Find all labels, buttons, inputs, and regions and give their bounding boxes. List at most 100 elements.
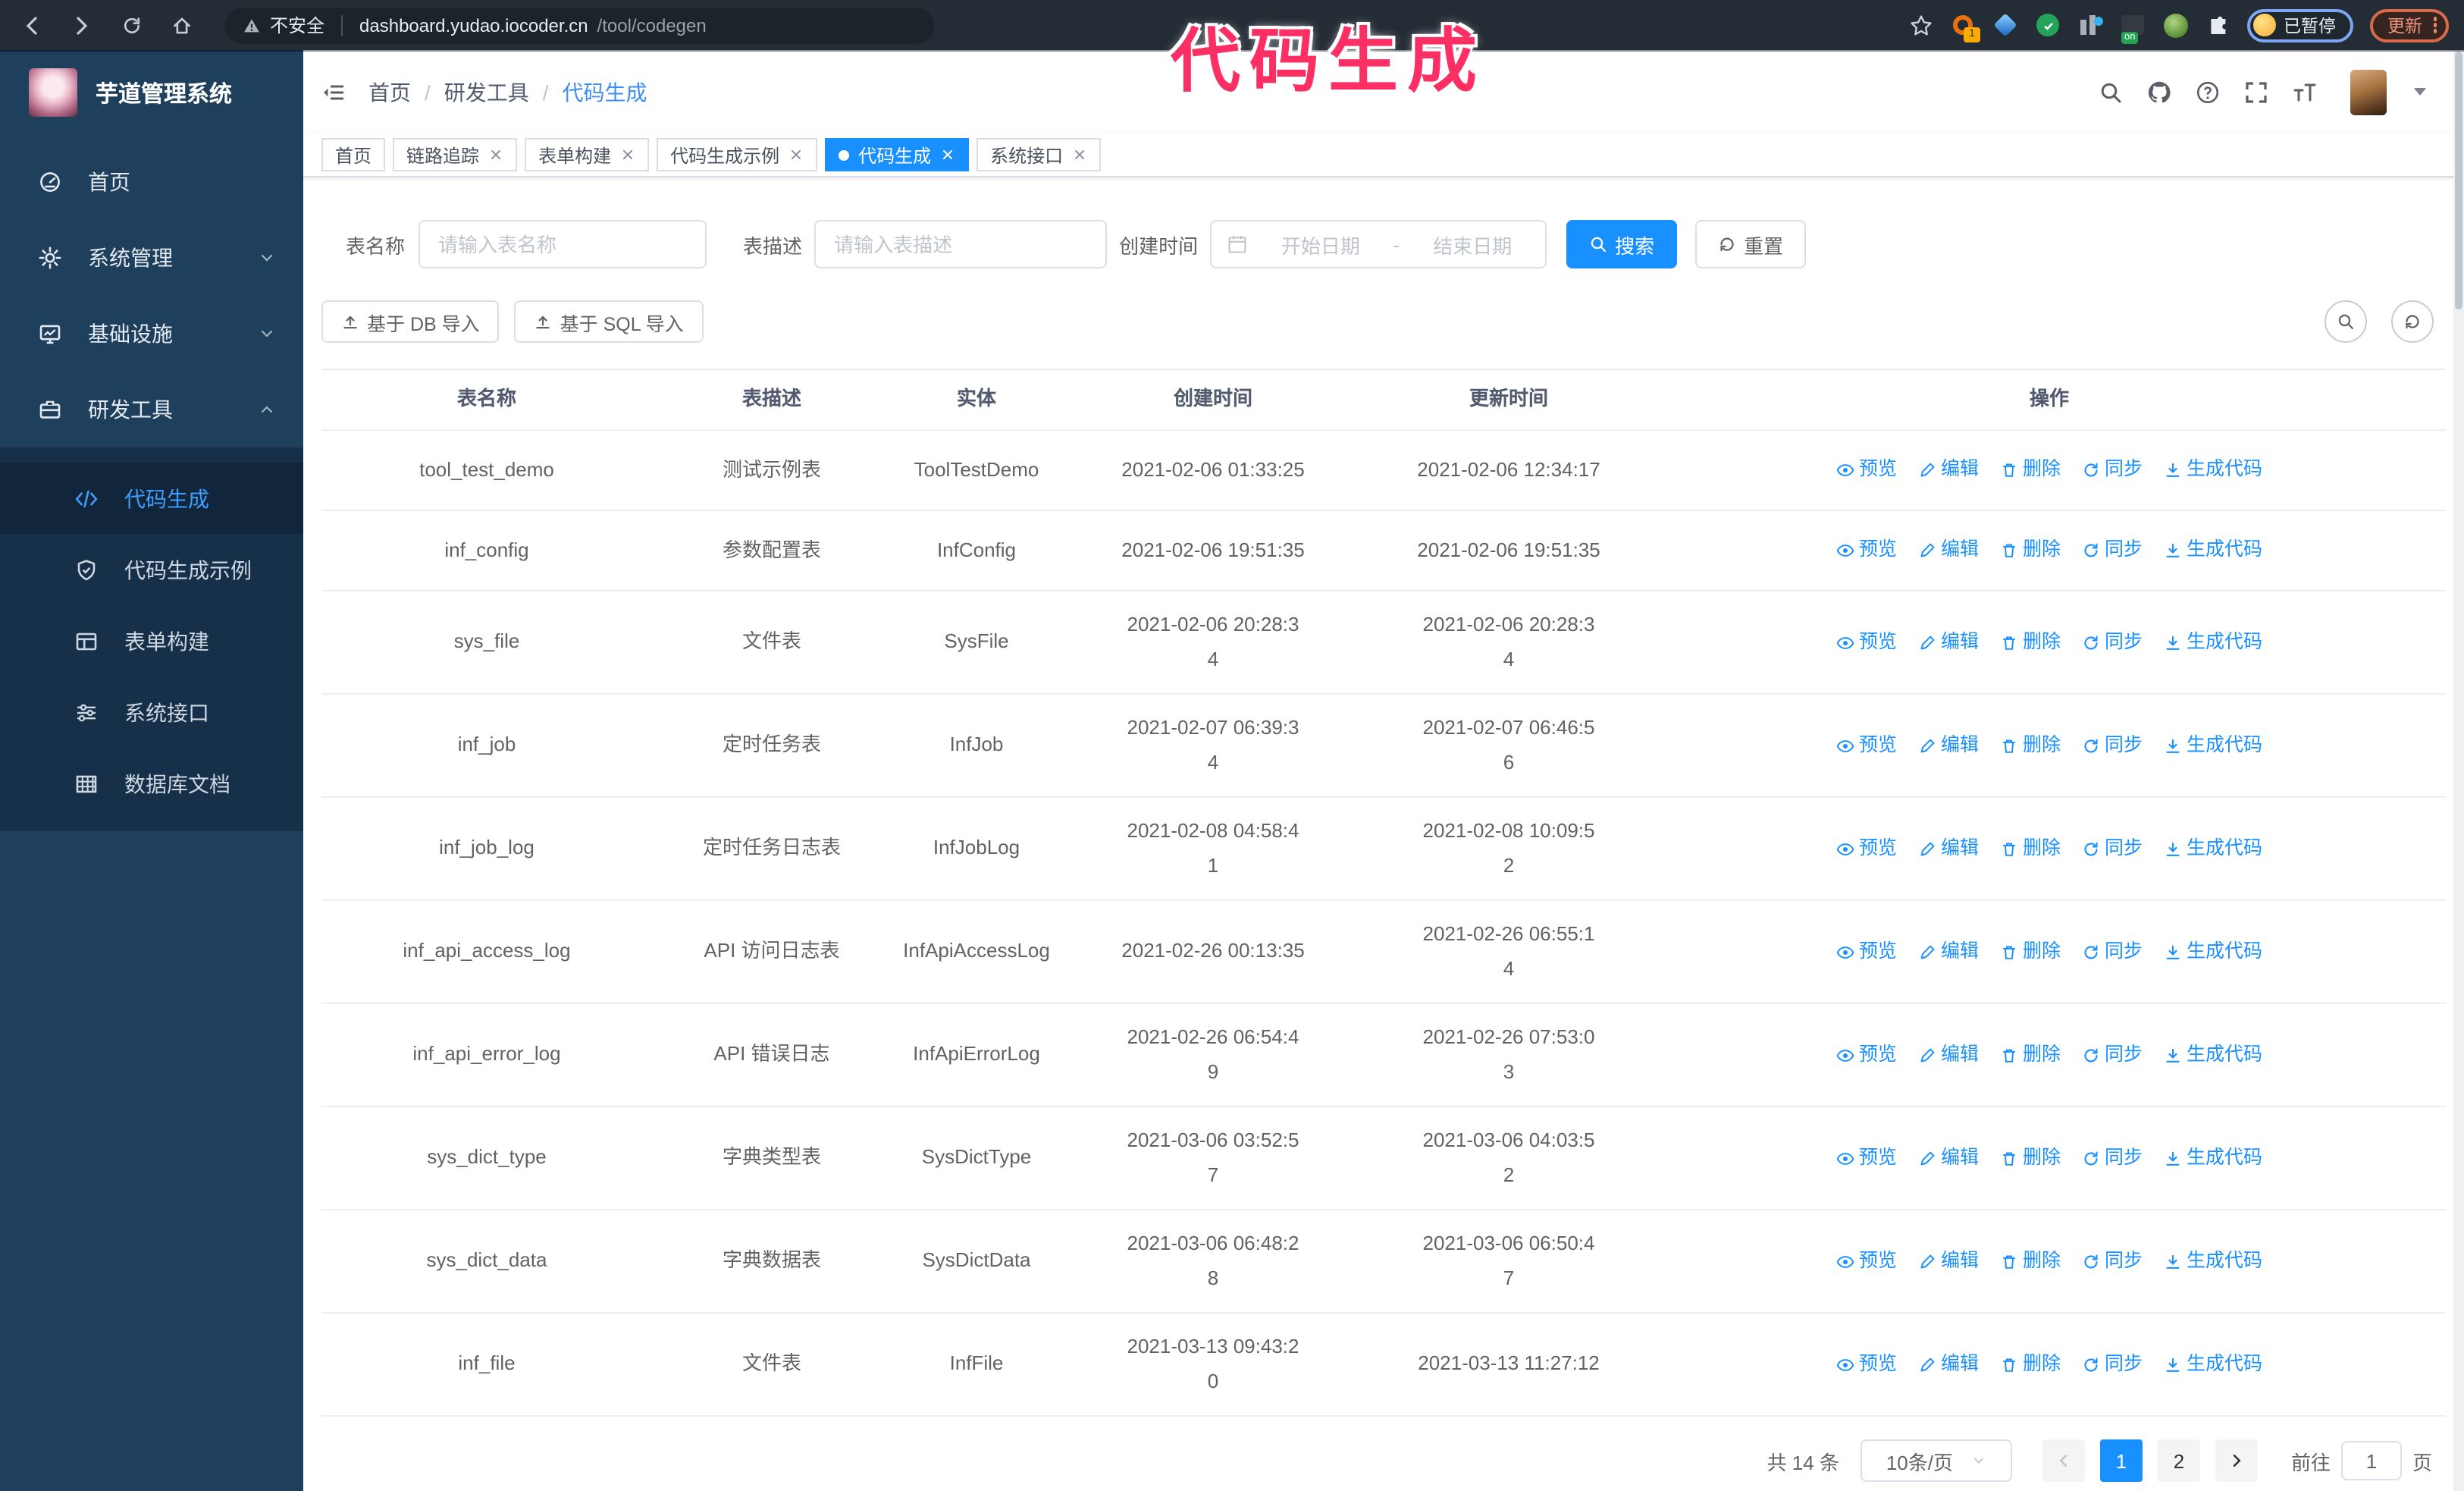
date-range-picker[interactable]: 开始日期 - 结束日期	[1210, 220, 1547, 268]
table-desc-input[interactable]	[814, 220, 1108, 268]
scrollbar-thumb[interactable]	[2455, 52, 2462, 309]
goto-page-input[interactable]	[2340, 1441, 2402, 1480]
delete-link[interactable]: 删除	[2000, 833, 2061, 865]
tab-home[interactable]: 首页	[321, 138, 386, 171]
github-icon[interactable]	[2147, 80, 2171, 104]
generate-code-link[interactable]: 生成代码	[2164, 1348, 2262, 1381]
edit-link[interactable]: 编辑	[1918, 1348, 1979, 1381]
generate-code-link[interactable]: 生成代码	[2164, 535, 2262, 567]
table-row[interactable]: sys_dict_data 字典数据表 SysDictData 2021-03-…	[321, 1210, 2446, 1314]
generate-code-link[interactable]: 生成代码	[2164, 936, 2262, 968]
import-sql-button[interactable]: 基于 SQL 导入	[514, 300, 704, 343]
edit-link[interactable]: 编辑	[1918, 454, 1979, 487]
browser-home-button[interactable]	[164, 7, 200, 43]
preview-link[interactable]: 预览	[1836, 1142, 1897, 1175]
sync-link[interactable]: 同步	[2082, 454, 2143, 487]
generate-code-link[interactable]: 生成代码	[2164, 1245, 2262, 1278]
browser-menu-icon[interactable]	[2433, 17, 2437, 33]
bookmark-star-icon[interactable]	[1909, 13, 1933, 37]
header-search-icon[interactable]	[2099, 80, 2123, 104]
table-row[interactable]: inf_file 文件表 InfFile 2021-03-13 09:43:20…	[321, 1314, 2446, 1417]
edit-link[interactable]: 编辑	[1918, 730, 1979, 762]
sync-link[interactable]: 同步	[2082, 730, 2143, 762]
delete-link[interactable]: 删除	[2000, 936, 2061, 968]
edit-link[interactable]: 编辑	[1918, 1039, 1979, 1072]
delete-link[interactable]: 删除	[2000, 730, 2061, 762]
close-icon[interactable]	[940, 147, 955, 162]
sidebar-item-database-docs[interactable]: 数据库文档	[0, 748, 303, 819]
font-size-icon[interactable]	[2293, 80, 2317, 104]
sidebar-item-home[interactable]: 首页	[0, 144, 303, 220]
tab-codegen[interactable]: 代码生成	[825, 138, 970, 171]
tab-codegen-example[interactable]: 代码生成示例	[657, 138, 818, 171]
table-row[interactable]: inf_job_log 定时任务日志表 InfJobLog 2021-02-08…	[321, 798, 2446, 901]
sidebar-item-system-api[interactable]: 系统接口	[0, 676, 303, 748]
close-icon[interactable]	[1072, 147, 1087, 162]
preview-link[interactable]: 预览	[1836, 730, 1897, 762]
extension-columns-icon[interactable]	[2077, 12, 2103, 38]
edit-link[interactable]: 编辑	[1918, 626, 1979, 659]
browser-update-button[interactable]: 更新	[2369, 8, 2449, 42]
table-row[interactable]: inf_config 参数配置表 InfConfig 2021-02-06 19…	[321, 511, 2446, 592]
table-row[interactable]: inf_job 定时任务表 InfJob 2021-02-07 06:39:34…	[321, 695, 2446, 798]
import-db-button[interactable]: 基于 DB 导入	[321, 300, 500, 343]
toggle-search-button[interactable]	[2324, 300, 2367, 343]
user-avatar[interactable]	[2350, 69, 2387, 115]
extensions-puzzle-icon[interactable]	[2205, 12, 2230, 38]
generate-code-link[interactable]: 生成代码	[2164, 626, 2262, 659]
page-button-2[interactable]: 2	[2157, 1439, 2200, 1482]
preview-link[interactable]: 预览	[1836, 626, 1897, 659]
close-icon[interactable]	[788, 147, 804, 162]
edit-link[interactable]: 编辑	[1918, 1142, 1979, 1175]
address-bar[interactable]: 不安全 dashboard.yudao.iocoder.cn/tool/code…	[224, 7, 934, 43]
close-icon[interactable]	[488, 147, 503, 162]
preview-link[interactable]: 预览	[1836, 936, 1897, 968]
table-name-input[interactable]	[419, 220, 707, 268]
page-button-1[interactable]: 1	[2099, 1439, 2143, 1482]
generate-code-link[interactable]: 生成代码	[2164, 1142, 2262, 1175]
preview-link[interactable]: 预览	[1836, 454, 1897, 487]
browser-forward-button[interactable]	[64, 7, 100, 43]
app-logo-row[interactable]: 芋道管理系统	[0, 50, 303, 135]
sidebar-item-infrastructure[interactable]: 基础设施	[0, 296, 303, 372]
table-row[interactable]: sys_file 文件表 SysFile 2021-02-06 20:28:34…	[321, 592, 2446, 695]
window-scrollbar[interactable]	[2453, 50, 2464, 1491]
browser-back-button[interactable]	[14, 7, 50, 43]
preview-link[interactable]: 预览	[1836, 833, 1897, 865]
help-icon[interactable]	[2196, 80, 2220, 104]
sync-link[interactable]: 同步	[2082, 1348, 2143, 1381]
table-row[interactable]: inf_api_access_log API 访问日志表 InfApiAcces…	[321, 901, 2446, 1004]
table-row[interactable]: tool_test_demo 测试示例表 ToolTestDemo 2021-0…	[321, 431, 2446, 511]
avatar-caret-icon[interactable]	[2414, 88, 2426, 96]
delete-link[interactable]: 删除	[2000, 626, 2061, 659]
sync-link[interactable]: 同步	[2082, 535, 2143, 567]
tab-trace[interactable]: 链路追踪	[393, 138, 518, 171]
generate-code-link[interactable]: 生成代码	[2164, 1039, 2262, 1072]
preview-link[interactable]: 预览	[1836, 535, 1897, 567]
extension-green-check-icon[interactable]	[2035, 12, 2061, 38]
refresh-table-button[interactable]	[2391, 300, 2434, 343]
sync-link[interactable]: 同步	[2082, 1039, 2143, 1072]
reset-button[interactable]: 重置	[1695, 220, 1807, 268]
delete-link[interactable]: 删除	[2000, 1039, 2061, 1072]
table-row[interactable]: sys_dict_type 字典类型表 SysDictType 2021-03-…	[321, 1107, 2446, 1210]
generate-code-link[interactable]: 生成代码	[2164, 454, 2262, 487]
browser-profile-chip[interactable]: 已暂停	[2247, 8, 2353, 42]
generate-code-link[interactable]: 生成代码	[2164, 730, 2262, 762]
edit-link[interactable]: 编辑	[1918, 936, 1979, 968]
sync-link[interactable]: 同步	[2082, 936, 2143, 968]
browser-reload-button[interactable]	[114, 7, 150, 43]
preview-link[interactable]: 预览	[1836, 1348, 1897, 1381]
close-icon[interactable]	[620, 147, 635, 162]
preview-link[interactable]: 预览	[1836, 1039, 1897, 1072]
sidebar-item-code-generation-example[interactable]: 代码生成示例	[0, 534, 303, 605]
edit-link[interactable]: 编辑	[1918, 535, 1979, 567]
sync-link[interactable]: 同步	[2082, 626, 2143, 659]
extension-orange-icon[interactable]: 1	[1950, 12, 1980, 42]
sidebar-item-dev-tools[interactable]: 研发工具	[0, 372, 303, 447]
next-page-button[interactable]	[2215, 1439, 2258, 1482]
extension-monkey-icon[interactable]	[2162, 12, 2188, 38]
sidebar-item-code-generation[interactable]: 代码生成	[0, 463, 303, 534]
sync-link[interactable]: 同步	[2082, 1245, 2143, 1278]
generate-code-link[interactable]: 生成代码	[2164, 833, 2262, 865]
